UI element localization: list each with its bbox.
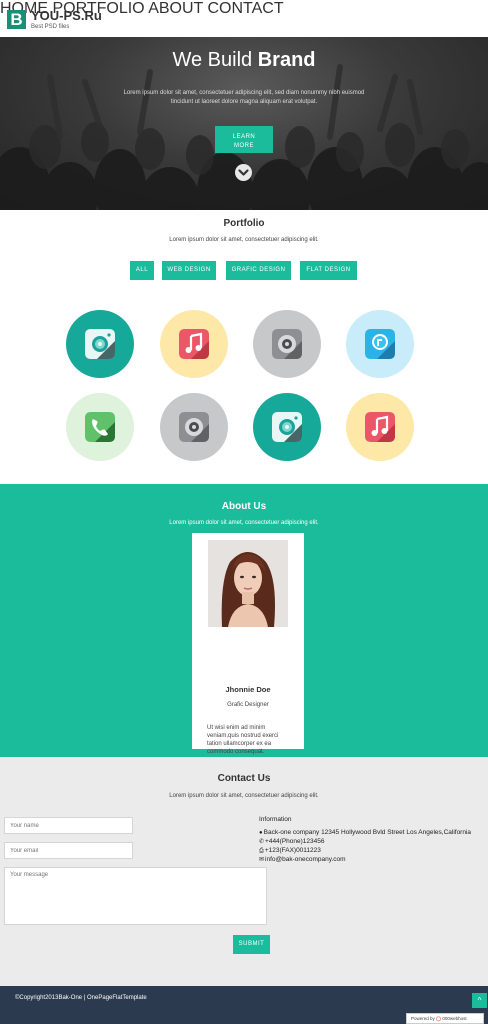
team-member-card: Jhonnie Doe Grafic Designer Ut wisi enim… bbox=[192, 533, 304, 755]
scroll-down-icon[interactable] bbox=[235, 164, 252, 181]
contact-section: Contact Us Lorem ipsum dolor sit amet, c… bbox=[0, 757, 488, 986]
nav-about[interactable]: ABOUT bbox=[148, 0, 203, 17]
music-icon bbox=[179, 329, 209, 359]
learn-more-button[interactable]: LEARN MORE bbox=[215, 126, 273, 153]
portfolio-item-camera[interactable] bbox=[66, 310, 134, 378]
about-section: About Us Lorem ipsum dolor sit amet, con… bbox=[0, 484, 488, 757]
site-header: B YOU-PS.Ru Best PSD files HOME PORTFOLI… bbox=[0, 0, 488, 37]
portfolio-item-camera-2[interactable] bbox=[253, 393, 321, 461]
about-title: About Us bbox=[221, 501, 267, 512]
settings-icon bbox=[179, 412, 209, 442]
info-fax: ⎙+123(FAX)0011223 bbox=[259, 847, 321, 854]
portfolio-subtitle: Lorem ipsum dolor sit amet, consectetuer… bbox=[169, 237, 319, 243]
name-input[interactable] bbox=[4, 817, 133, 834]
email-input[interactable] bbox=[4, 842, 133, 859]
contact-title: Contact Us bbox=[217, 773, 271, 784]
filter-flat-design-button[interactable]: FLAT DESIGN bbox=[300, 261, 357, 280]
filter-all-button[interactable]: ALL bbox=[130, 261, 154, 280]
info-phone: ✆+444(Phone)123456 bbox=[259, 838, 325, 845]
settings-icon bbox=[272, 329, 302, 359]
about-subtitle: Lorem ipsum dolor sit amet, consectetuer… bbox=[169, 520, 319, 526]
logo-icon[interactable]: B bbox=[7, 10, 26, 29]
site-subtitle: Best PSD files bbox=[31, 24, 70, 30]
envelope-icon: ✉ bbox=[259, 857, 265, 863]
message-textarea[interactable] bbox=[4, 867, 267, 925]
back-to-top-icon[interactable]: ^ bbox=[472, 993, 487, 1008]
info-address: ●Back-one company 12345 Hollywood Bvld S… bbox=[259, 829, 472, 836]
hero-banner: We Build Brand Lorem ipsum dolor sit ame… bbox=[0, 37, 488, 210]
portfolio-item-phone[interactable] bbox=[66, 393, 134, 461]
camera-icon bbox=[272, 412, 302, 442]
information-title: Information bbox=[259, 816, 292, 823]
portfolio-item-music[interactable] bbox=[160, 310, 228, 378]
location-icon: ● bbox=[259, 830, 263, 836]
maps-icon bbox=[365, 329, 395, 359]
info-email[interactable]: ✉info@bak-onecompany.com bbox=[259, 856, 346, 863]
contact-subtitle: Lorem ipsum dolor sit amet, consectetuer… bbox=[169, 793, 319, 799]
team-member-role: Grafic Designer bbox=[227, 702, 269, 708]
site-footer: ©Copyright2013Bak-One | OnePageFlatTempl… bbox=[0, 986, 488, 1024]
portfolio-item-settings-2[interactable] bbox=[160, 393, 228, 461]
team-member-photo bbox=[208, 540, 288, 627]
phone-icon: ✆ bbox=[259, 839, 265, 845]
phone-icon bbox=[85, 412, 115, 442]
hero-text: Lorem ipsum dolor sit amet, consectetuer… bbox=[123, 90, 365, 105]
filter-grafic-design-button[interactable]: GRAFIC DESIGN bbox=[226, 261, 291, 280]
submit-button[interactable]: SUBMIT bbox=[233, 935, 270, 954]
print-icon: ⎙ bbox=[259, 848, 264, 854]
team-member-name: Jhonnie Doe bbox=[225, 685, 271, 694]
camera-icon bbox=[85, 329, 115, 359]
portfolio-title: Portfolio bbox=[223, 218, 265, 229]
portfolio-item-music-2[interactable] bbox=[346, 393, 414, 461]
team-member-bio: Ut wisi enim ad minim veniam,quis nostru… bbox=[207, 725, 279, 755]
music-icon bbox=[365, 412, 395, 442]
powered-by-badge[interactable]: Powered by ◯ 000webhost bbox=[406, 1013, 484, 1024]
portfolio-item-settings[interactable] bbox=[253, 310, 321, 378]
site-title[interactable]: YOU-PS.Ru bbox=[31, 8, 102, 23]
nav-contact[interactable]: CONTACT bbox=[207, 0, 283, 17]
portfolio-item-maps[interactable] bbox=[346, 310, 414, 378]
copyright-text: ©Copyright2013Bak-One | OnePageFlatTempl… bbox=[15, 995, 147, 1001]
filter-web-design-button[interactable]: WEB DESIGN bbox=[162, 261, 216, 280]
hero-title: We Build Brand bbox=[172, 49, 316, 71]
